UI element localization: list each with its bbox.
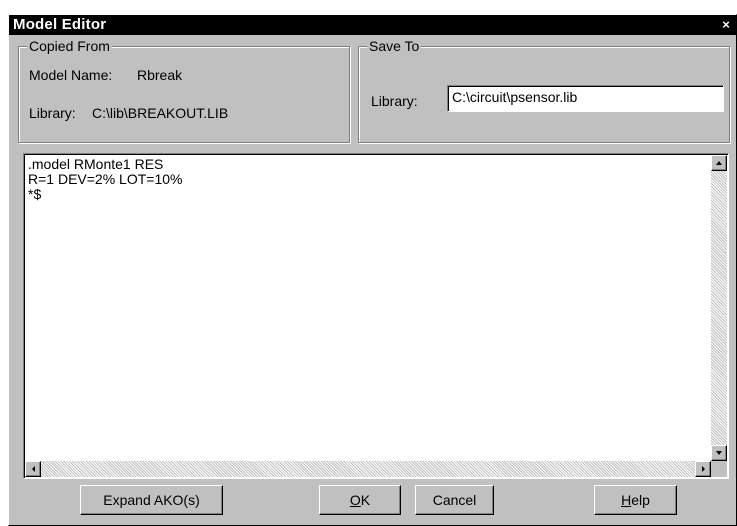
- arrow-down-icon[interactable]: [711, 445, 727, 461]
- arrow-left-icon[interactable]: [25, 461, 41, 477]
- cancel-label: Cancel: [432, 492, 477, 508]
- window-title: Model Editor: [13, 16, 107, 33]
- save-library-label: Library:: [371, 93, 418, 109]
- ok-button[interactable]: OK: [319, 485, 401, 515]
- help-mnemonic: H: [621, 492, 632, 508]
- vertical-scrollbar[interactable]: [711, 155, 727, 461]
- arrow-up-icon[interactable]: [711, 155, 727, 171]
- help-label-rest: elp: [631, 492, 650, 508]
- expand-ako-button[interactable]: Expand AKO(s): [80, 485, 223, 515]
- save-to-legend: Save To: [367, 38, 422, 54]
- model-name-label: Model Name:: [29, 67, 113, 83]
- close-icon[interactable]: ×: [718, 17, 734, 33]
- arrow-right-icon[interactable]: [695, 461, 711, 477]
- model-editor-dialog: Model Editor × Copied From Model Name: R…: [8, 14, 737, 526]
- model-name-value: Rbreak: [137, 67, 183, 83]
- save-to-group: Save To Library: C:\circuit\psensor.lib: [358, 38, 730, 143]
- horizontal-scrollbar[interactable]: [25, 461, 711, 477]
- cancel-button[interactable]: Cancel: [415, 485, 494, 515]
- model-text[interactable]: .model RMonte1 RES R=1 DEV=2% LOT=10% *$: [26, 156, 710, 460]
- ok-label-rest: K: [360, 492, 371, 508]
- source-library-label: Library:: [29, 105, 76, 121]
- model-text-editor[interactable]: .model RMonte1 RES R=1 DEV=2% LOT=10% *$: [23, 153, 729, 479]
- copied-from-group: Copied From Model Name: Rbreak Library: …: [18, 38, 350, 143]
- help-button[interactable]: Help: [594, 485, 677, 515]
- title-bar[interactable]: Model Editor ×: [9, 15, 736, 35]
- save-library-input[interactable]: C:\circuit\psensor.lib: [447, 85, 724, 112]
- copied-from-legend: Copied From: [27, 38, 112, 54]
- expand-ako-label: Expand AKO(s): [103, 492, 200, 508]
- scrollbar-corner: [711, 461, 727, 477]
- source-library-value: C:\lib\BREAKOUT.LIB: [92, 105, 229, 121]
- ok-mnemonic: O: [349, 492, 361, 508]
